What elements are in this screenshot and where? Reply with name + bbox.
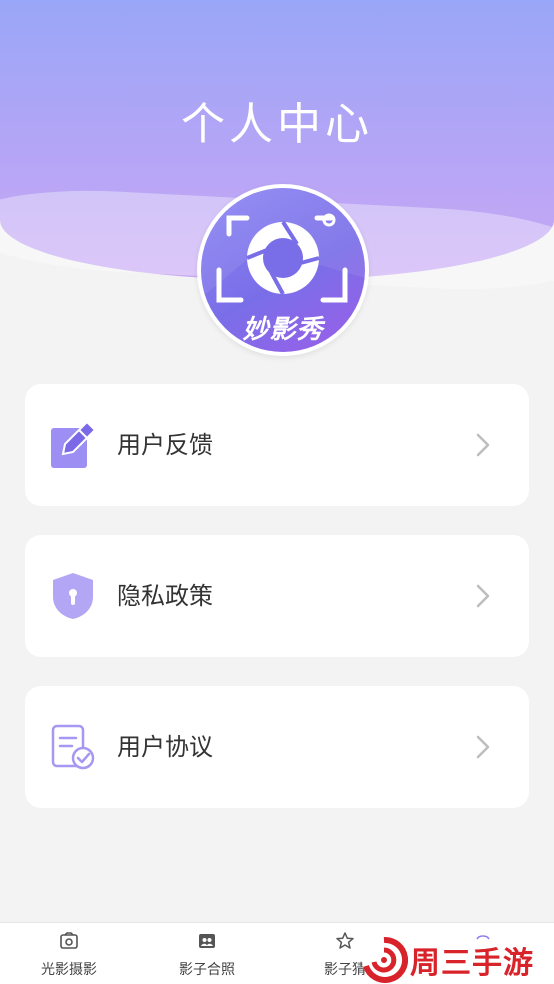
photo-frame-icon	[59, 931, 79, 951]
chevron-right-icon	[475, 583, 491, 609]
chevron-right-icon	[475, 432, 491, 458]
menu-item-feedback[interactable]: 用户反馈	[25, 384, 529, 506]
menu-item-user-agreement[interactable]: 用户协议	[25, 686, 529, 808]
watermark: 周三手游网	[356, 934, 554, 984]
portrait-icon	[197, 931, 217, 951]
avatar[interactable]: 妙影秀	[197, 184, 369, 356]
tab-label: 光影摄影	[41, 962, 97, 978]
menu-item-label: 用户协议	[117, 733, 213, 761]
profile-screen: 个人中心 妙影秀 用户反馈 隐私政策 用户协议 光影摄影 影子合照 影子猜 周三…	[0, 0, 554, 984]
watermark-text: 周三手游网	[410, 946, 534, 981]
app-logo-text: 妙影秀	[242, 315, 324, 345]
star-icon	[335, 931, 355, 951]
document-check-icon	[49, 722, 97, 772]
menu-item-privacy-policy[interactable]: 隐私政策	[25, 535, 529, 657]
tab-label: 影子合照	[179, 962, 235, 978]
tab-shadow-group-photo[interactable]: 影子合照	[138, 923, 276, 984]
chevron-right-icon	[475, 734, 491, 760]
app-logo: 妙影秀	[201, 188, 365, 352]
watermark-logo-icon	[362, 936, 408, 983]
menu-item-label: 用户反馈	[117, 431, 213, 459]
tab-light-photo[interactable]: 光影摄影	[0, 923, 138, 984]
page-title: 个人中心	[181, 99, 373, 150]
menu-item-label: 隐私政策	[117, 582, 213, 610]
edit-note-icon	[49, 420, 97, 470]
shield-lock-icon	[49, 571, 97, 621]
